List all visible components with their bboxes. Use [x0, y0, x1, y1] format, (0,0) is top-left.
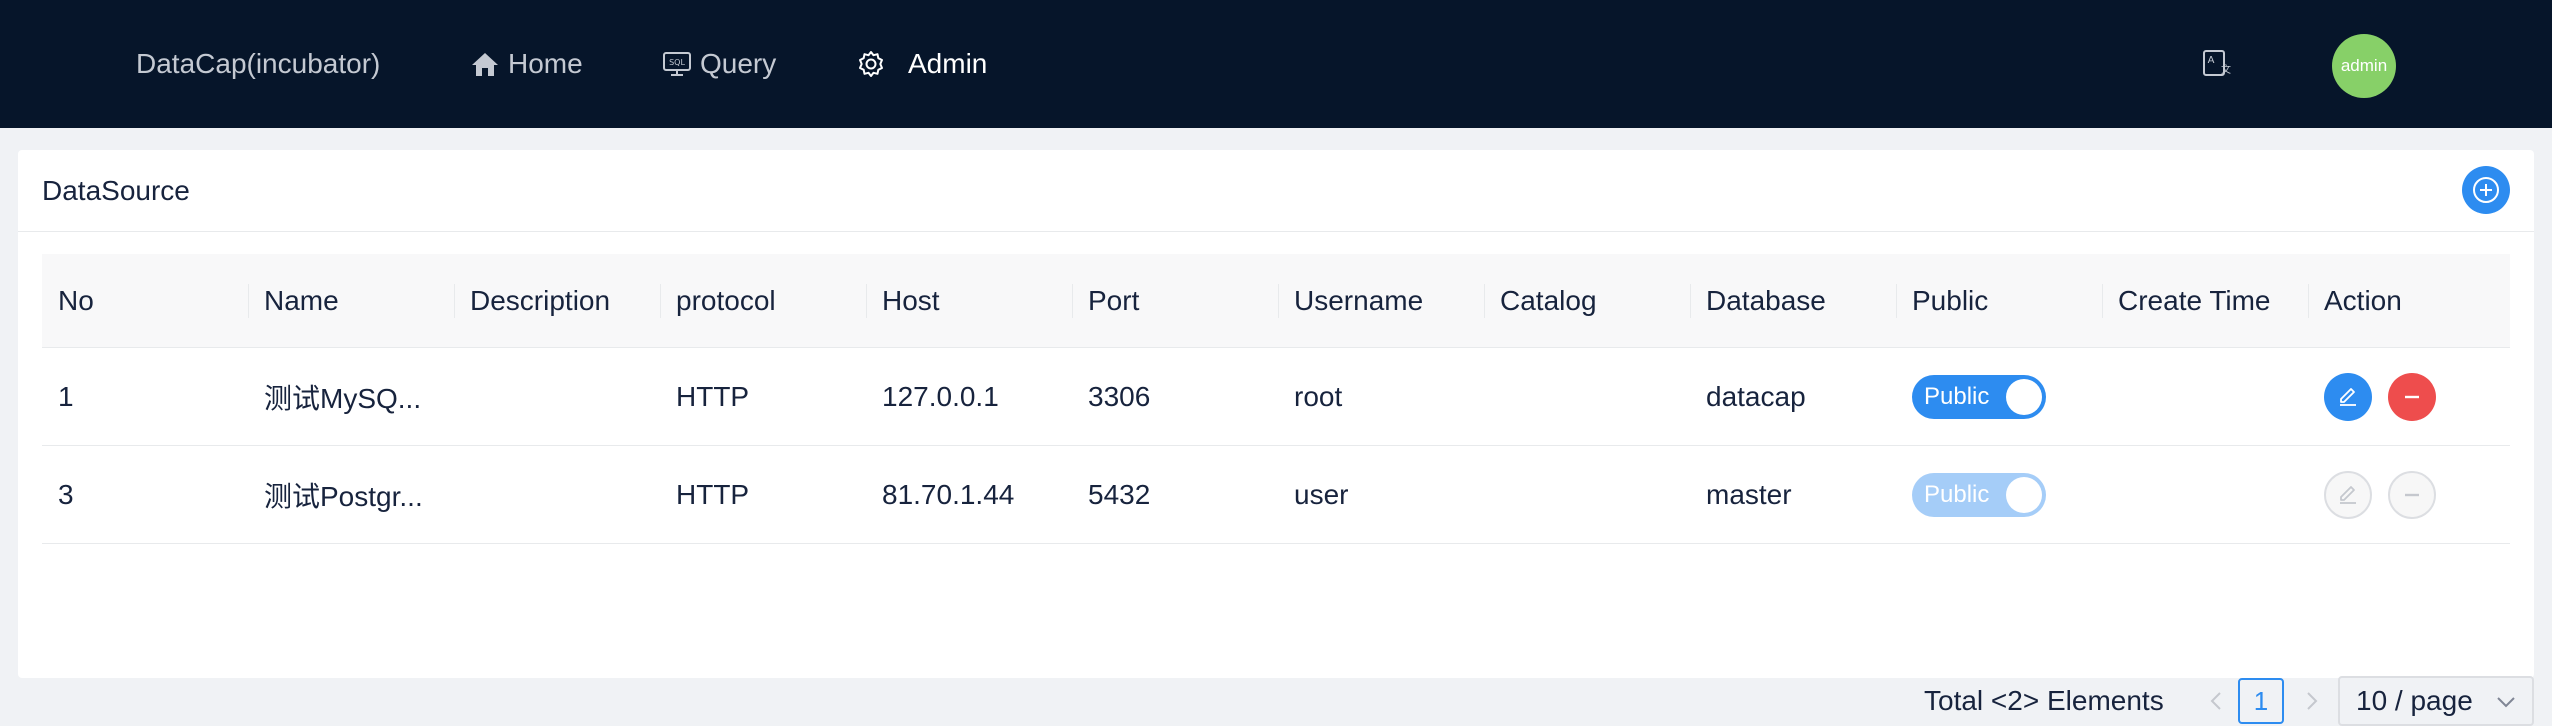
edit-button[interactable]: [2324, 372, 2372, 421]
table-header-row: No Name Description protocol Host Port U…: [42, 254, 2510, 348]
language-switch[interactable]: A 文: [2202, 48, 2234, 80]
cell-public: Public: [1896, 446, 2102, 543]
cell-protocol: HTTP: [676, 380, 750, 412]
prev-page-button[interactable]: [2200, 676, 2232, 726]
cell-name: 测试Postgr...: [264, 480, 423, 512]
cell-protocol: HTTP: [676, 478, 750, 510]
chevron-right-icon: [2307, 692, 2318, 710]
svg-text:A: A: [2208, 55, 2215, 66]
public-toggle[interactable]: Public: [1912, 374, 2046, 419]
datasource-card: DataSource No Name Description protocol …: [18, 150, 2534, 726]
cell-username: user: [1294, 478, 1349, 510]
cell-port: 3306: [1088, 380, 1151, 412]
brand-name[interactable]: DataCap(incubator): [136, 0, 380, 128]
cell-action: [2308, 348, 2510, 445]
page-title: DataSource: [42, 175, 190, 206]
column-header-username[interactable]: Username: [1278, 254, 1484, 347]
cell-database: datacap: [1706, 380, 1806, 412]
public-toggle-label: Public: [1924, 480, 1990, 508]
column-header-name[interactable]: Name: [248, 254, 454, 347]
gear-icon: [859, 51, 883, 77]
chevron-down-icon: [2497, 697, 2515, 708]
public-toggle[interactable]: Public: [1912, 472, 2046, 517]
edit-icon: [2340, 485, 2356, 504]
page-size-select[interactable]: 10 / page: [2338, 676, 2534, 726]
cell-description: [454, 348, 660, 445]
cell-description: [454, 446, 660, 543]
toggle-knob: [2006, 378, 2042, 415]
minus-icon: [2405, 493, 2419, 496]
svg-text:SQL: SQL: [669, 58, 685, 67]
chevron-left-icon: [2210, 692, 2221, 710]
top-navbar: DataCap(incubator) Home SQL Query Admin …: [0, 0, 2552, 128]
column-header-public[interactable]: Public: [1896, 254, 2102, 347]
column-header-create-time[interactable]: Create Time: [2102, 254, 2308, 347]
pagination: Total <2> Elements 1 10 / page: [42, 676, 2534, 726]
column-header-port[interactable]: Port: [1072, 254, 1278, 347]
nav-admin[interactable]: Admin: [856, 0, 987, 128]
cell-action: [2308, 446, 2510, 543]
column-header-protocol[interactable]: protocol: [660, 254, 866, 347]
cell-catalog: [1484, 348, 1690, 445]
page-number-button[interactable]: 1: [2238, 678, 2284, 724]
plus-circle-icon: [2473, 177, 2499, 203]
cell-database: master: [1706, 478, 1792, 510]
nav-query[interactable]: SQL Query: [662, 0, 776, 128]
nav-query-label: Query: [700, 48, 777, 79]
nav-home-label: Home: [508, 48, 583, 79]
sql-icon: SQL: [663, 52, 691, 76]
nav-admin-label: Admin: [908, 48, 988, 79]
cell-host: 81.70.1.44: [882, 478, 1015, 510]
toggle-knob: [2006, 476, 2042, 513]
nav-home[interactable]: Home: [470, 0, 583, 128]
column-header-database[interactable]: Database: [1690, 254, 1896, 347]
cell-public: Public: [1896, 348, 2102, 445]
column-header-catalog[interactable]: Catalog: [1484, 254, 1690, 347]
home-icon: [472, 53, 498, 76]
cell-create-time: [2102, 446, 2308, 543]
cell-no: 1: [58, 380, 74, 412]
cell-create-time: [2102, 348, 2308, 445]
page-size-value: 10 / page: [2356, 685, 2473, 716]
delete-button[interactable]: [2388, 372, 2436, 421]
column-header-no[interactable]: No: [42, 254, 248, 347]
table-row: 1 测试MySQ... HTTP 127.0.0.1 3306 root dat…: [42, 348, 2510, 446]
edit-button[interactable]: [2324, 470, 2372, 519]
add-datasource-button[interactable]: [2462, 166, 2510, 214]
avatar[interactable]: admin: [2332, 34, 2396, 98]
cell-username: root: [1294, 380, 1343, 412]
minus-icon: [2405, 395, 2419, 398]
cell-port: 5432: [1088, 478, 1151, 510]
translate-icon: A 文: [2203, 50, 2231, 76]
column-header-description[interactable]: Description: [454, 254, 660, 347]
datasource-table: No Name Description protocol Host Port U…: [42, 254, 2534, 726]
cell-no: 3: [58, 478, 74, 510]
svg-text:文: 文: [2221, 63, 2231, 76]
card-header: DataSource: [18, 150, 2534, 232]
next-page-button[interactable]: [2296, 676, 2328, 726]
table-row: 3 测试Postgr... HTTP 81.70.1.44 5432 user …: [42, 446, 2510, 544]
delete-button[interactable]: [2388, 470, 2436, 519]
cell-name: 测试MySQ...: [264, 382, 422, 414]
edit-icon: [2340, 387, 2356, 406]
column-header-host[interactable]: Host: [866, 254, 1072, 347]
pagination-total: Total <2> Elements: [1924, 685, 2164, 716]
column-header-action[interactable]: Action: [2308, 254, 2510, 347]
public-toggle-label: Public: [1924, 382, 1990, 410]
cell-catalog: [1484, 446, 1690, 543]
cell-host: 127.0.0.1: [882, 380, 999, 412]
